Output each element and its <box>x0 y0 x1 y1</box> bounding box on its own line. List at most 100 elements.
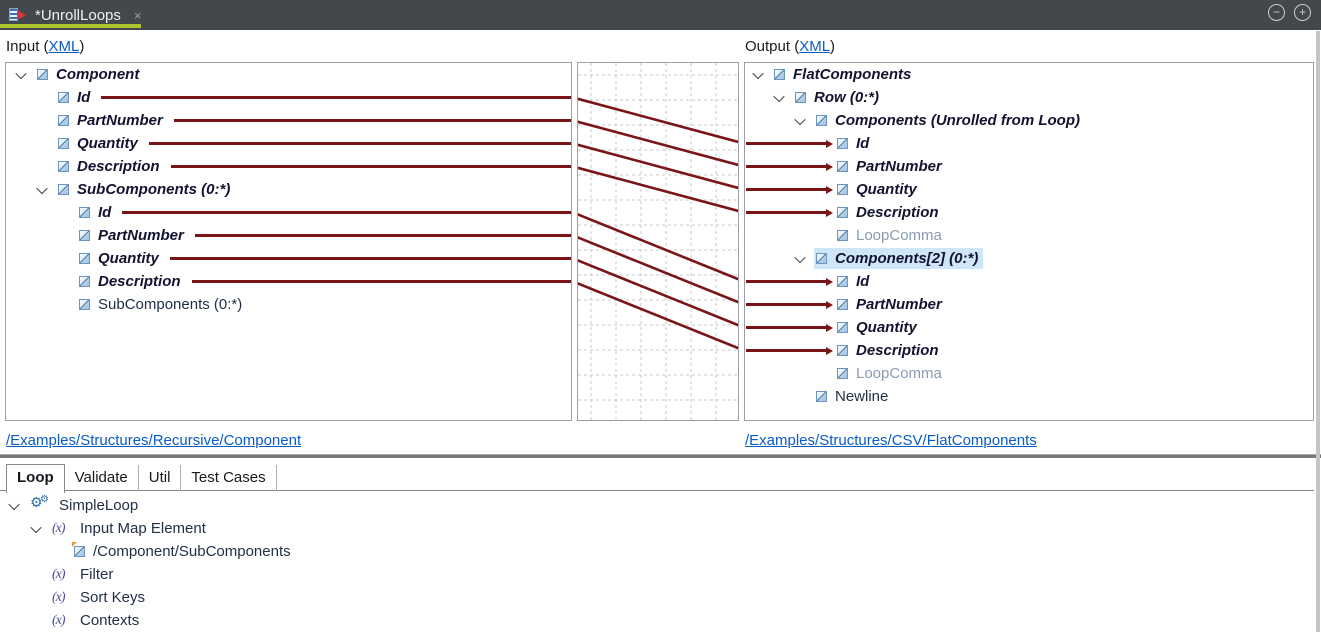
tree-item[interactable]: PartNumber <box>745 155 1313 178</box>
chevron-down-icon[interactable] <box>773 90 784 101</box>
tree-item[interactable]: Quantity <box>6 247 571 270</box>
mapping-arrow <box>746 278 833 286</box>
tab-util[interactable]: Util <box>139 465 182 491</box>
mapping-line <box>174 119 571 122</box>
chevron-down-icon[interactable] <box>30 521 41 532</box>
zoom-out-icon[interactable]: − <box>1268 4 1285 21</box>
element-icon <box>816 115 827 126</box>
title-bar: *UnrollLoops × − + <box>0 0 1321 30</box>
tree-item-label: Contexts <box>80 612 139 629</box>
chevron-down-icon[interactable] <box>752 67 763 78</box>
mapping-arrow <box>746 140 833 148</box>
mapping-line <box>171 165 571 168</box>
element-icon <box>816 391 827 402</box>
tree-item-label: Quantity <box>98 250 159 267</box>
element-icon <box>795 92 806 103</box>
output-tree-panel: FlatComponents Row (0:*) Components (Unrol… <box>744 62 1314 421</box>
selected-tree-item[interactable]: Components[2] (0:*) <box>814 248 983 269</box>
document-tab-title: *UnrollLoops <box>35 7 121 24</box>
chevron-down-icon[interactable] <box>15 67 26 78</box>
tree-item[interactable]: Row (0:*) <box>745 86 1313 109</box>
element-icon <box>79 253 90 264</box>
chevron-down-icon[interactable] <box>794 251 805 262</box>
input-xml-link[interactable]: XML <box>49 38 80 55</box>
tree-item[interactable]: (x)Filter <box>0 563 1311 586</box>
tree-item-label: LoopComma <box>856 365 942 382</box>
output-structure-path-link[interactable]: /Examples/Structures/CSV/FlatComponents <box>745 432 1037 449</box>
element-icon <box>79 276 90 287</box>
function-icon: (x) <box>52 590 72 606</box>
tree-item[interactable]: SubComponents (0:*) <box>6 293 571 316</box>
loop-config-tree: ⚙⚙SimpleLoop(x)Input Map Element/Compone… <box>0 494 1311 632</box>
tree-item[interactable]: Description <box>6 155 571 178</box>
tab-loop[interactable]: Loop <box>6 464 65 493</box>
tree-item[interactable]: LoopComma <box>745 362 1313 385</box>
loop-gears-icon: ⚙⚙ <box>30 497 51 514</box>
tree-item[interactable]: Description <box>745 339 1313 362</box>
mapping-lines-canvas <box>578 63 738 420</box>
mapping-arrow <box>746 209 833 217</box>
tree-item-label: Quantity <box>77 135 138 152</box>
tree-item-label: /Component/SubComponents <box>93 543 291 560</box>
function-icon: (x) <box>52 521 72 537</box>
tree-item-label: Description <box>77 158 160 175</box>
tree-item[interactable]: Description <box>745 201 1313 224</box>
tree-item[interactable]: Description <box>6 270 571 293</box>
tree-item[interactable]: SubComponents (0:*) <box>6 178 571 201</box>
tree-item[interactable]: PartNumber <box>6 224 571 247</box>
function-icon: (x) <box>52 613 72 629</box>
tree-item-label: Newline <box>835 388 888 405</box>
tree-item[interactable]: PartNumber <box>6 109 571 132</box>
mapping-line <box>195 234 571 237</box>
tree-item[interactable]: Component <box>6 63 571 86</box>
input-header: Input (XML) <box>6 38 84 55</box>
mapping-arrow <box>746 324 833 332</box>
scrollbar[interactable] <box>1316 31 1320 632</box>
tree-item[interactable]: Id <box>745 270 1313 293</box>
tree-item-label: Quantity <box>856 181 917 198</box>
close-tab-icon[interactable]: × <box>134 8 142 23</box>
tree-item[interactable]: Components (Unrolled from Loop) <box>745 109 1313 132</box>
tree-item[interactable]: Quantity <box>745 178 1313 201</box>
chevron-down-icon[interactable] <box>794 113 805 124</box>
tree-item[interactable]: (x)Sort Keys <box>0 586 1311 609</box>
tab-validate[interactable]: Validate <box>65 465 139 491</box>
tree-item-label: Components (Unrolled from Loop) <box>835 112 1080 129</box>
tree-item[interactable]: Quantity <box>745 316 1313 339</box>
element-icon <box>79 207 90 218</box>
tab-test-cases[interactable]: Test Cases <box>181 465 276 491</box>
mapping-line <box>101 96 571 99</box>
tree-item[interactable]: Id <box>745 132 1313 155</box>
mapping-line <box>170 257 571 260</box>
function-icon: (x) <box>52 567 72 583</box>
chevron-down-icon[interactable] <box>8 498 19 509</box>
output-xml-link[interactable]: XML <box>799 38 830 55</box>
zoom-in-icon[interactable]: + <box>1294 4 1311 21</box>
tree-item-label: Description <box>856 342 939 359</box>
input-structure-path-link[interactable]: /Examples/Structures/Recursive/Component <box>6 432 301 449</box>
element-icon <box>837 230 848 241</box>
tree-item[interactable]: Id <box>6 201 571 224</box>
tree-item[interactable]: (x) Contexts <box>0 609 1311 632</box>
element-icon <box>816 253 827 264</box>
tree-item-label: LoopComma <box>856 227 942 244</box>
document-tab[interactable]: *UnrollLoops × <box>0 0 141 30</box>
tree-item[interactable]: ⚙⚙SimpleLoop <box>0 494 1311 517</box>
tree-item[interactable]: (x)Input Map Element <box>0 517 1311 540</box>
tree-item[interactable]: FlatComponents <box>745 63 1313 86</box>
tree-item[interactable]: /Component/SubComponents <box>0 540 1311 563</box>
output-header-label: Output ( <box>745 38 799 55</box>
tree-item[interactable]: Id <box>6 86 571 109</box>
element-icon <box>58 138 69 149</box>
mapping-line <box>122 211 571 214</box>
tree-item-label: SubComponents (0:*) <box>77 181 230 198</box>
chevron-down-icon[interactable] <box>36 182 47 193</box>
input-tree: ComponentIdPartNumberQuantityDescription… <box>6 63 571 316</box>
tree-item[interactable]: PartNumber <box>745 293 1313 316</box>
tree-item[interactable]: LoopComma <box>745 224 1313 247</box>
tree-item[interactable]: Components[2] (0:*) <box>745 247 1313 270</box>
tree-item[interactable]: Quantity <box>6 132 571 155</box>
tree-item-label: FlatComponents <box>793 66 911 83</box>
output-header: Output (XML) <box>745 38 835 55</box>
tree-item[interactable]: Newline <box>745 385 1313 408</box>
